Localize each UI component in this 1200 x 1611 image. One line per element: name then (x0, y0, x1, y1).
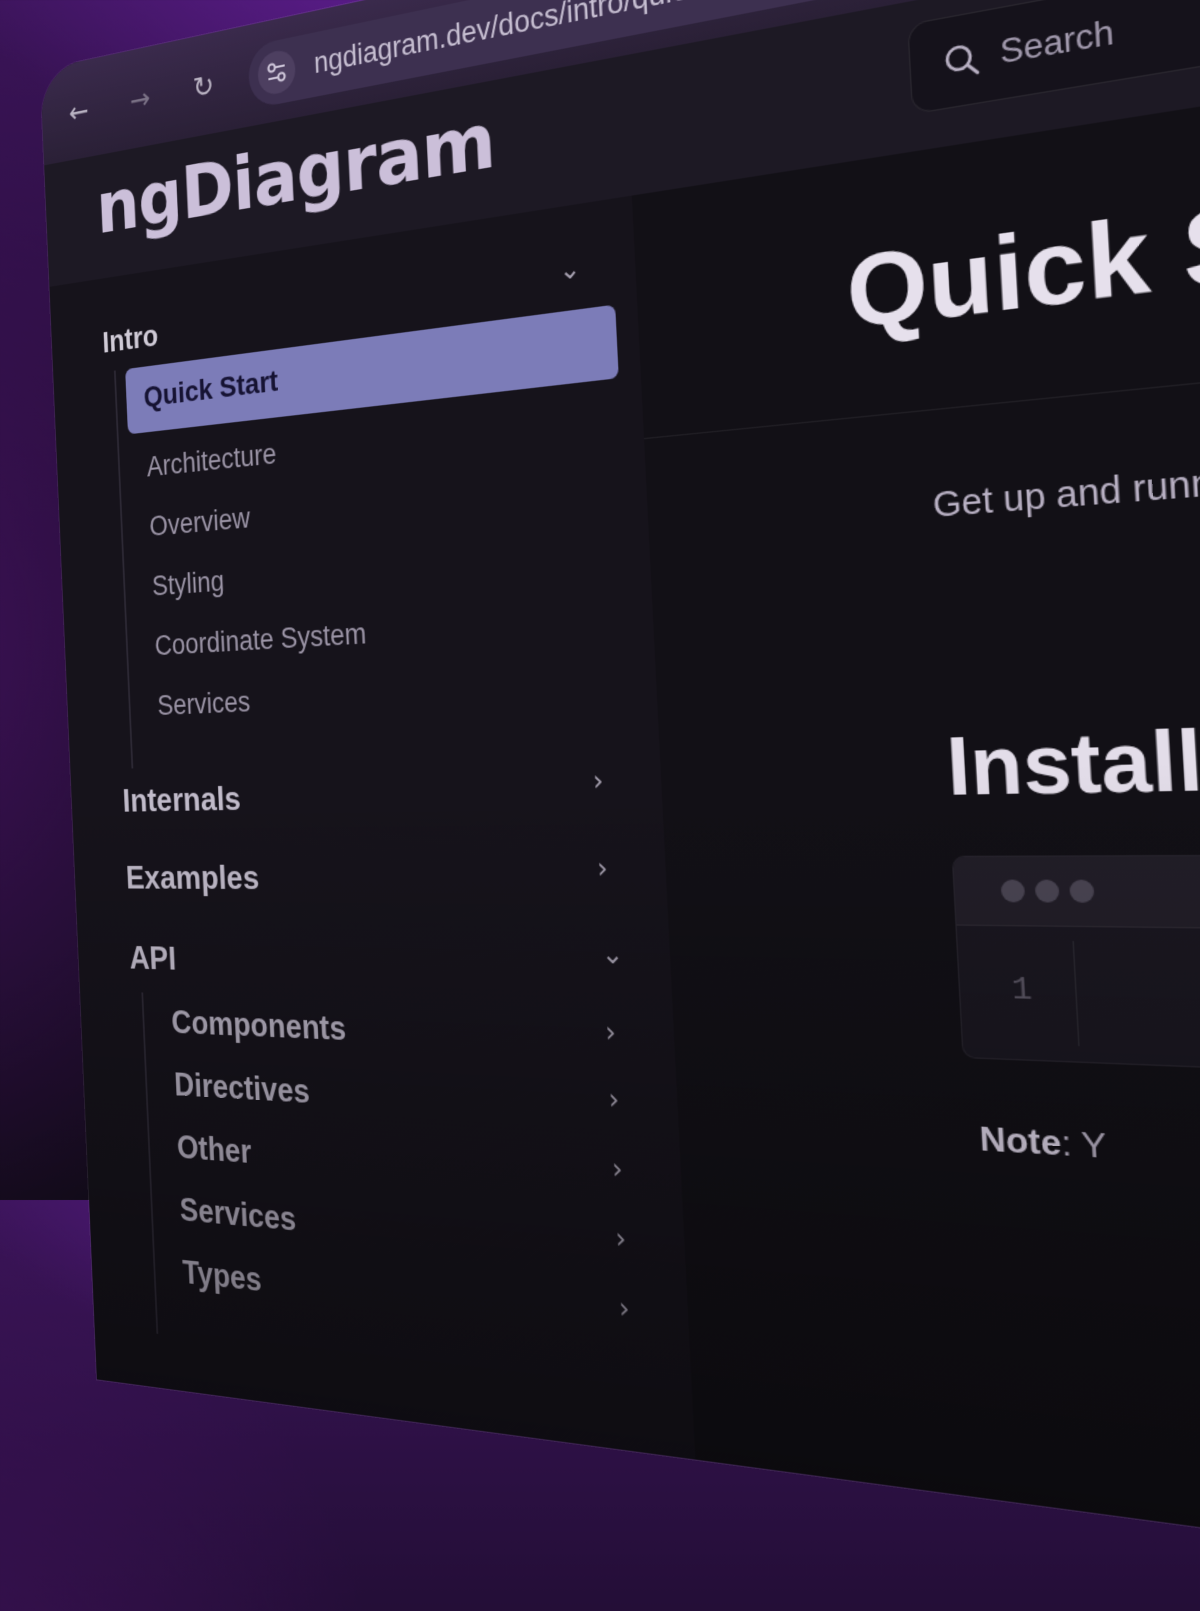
sidebar-item-directives[interactable]: Directives (173, 1066, 310, 1112)
install-heading: Install (944, 711, 1200, 813)
sidebar-item-styling[interactable]: Styling (151, 565, 224, 603)
page-title: Quick S (843, 178, 1200, 351)
chevron-right-icon[interactable]: › (596, 852, 608, 884)
search-placeholder: Search (998, 13, 1115, 71)
sidebar-item-quick-start[interactable]: Quick Start (125, 304, 619, 435)
browser-window: ← → ↻ ngdiagram.dev/docs/intro/quick-sta… (40, 0, 1200, 1611)
sidebar-item-coordinate-system[interactable]: Coordinate System (154, 617, 367, 662)
chevron-down-icon[interactable]: ⌄ (558, 252, 581, 287)
api-rail (141, 992, 159, 1334)
docs-sidebar: Intro ⌄ Quick Start Architecture Overvie… (49, 195, 697, 1460)
sidebar-item-services[interactable]: Services (157, 686, 251, 722)
note-rest: : Y (1060, 1123, 1108, 1166)
sidebar-item-types[interactable]: Types (182, 1254, 263, 1300)
code-block: 1 (951, 851, 1200, 1103)
docs-content: Quick S Get up and runn diagram. Install… (631, 24, 1200, 1611)
chevron-right-icon[interactable]: › (615, 1222, 627, 1255)
sidebar-item-architecture[interactable]: Architecture (146, 438, 277, 484)
sidebar-item-api-services[interactable]: Services (179, 1191, 297, 1239)
sidebar-group-internals[interactable]: Internals (122, 779, 242, 820)
lead-paragraph: Get up and runn diagram. (931, 448, 1200, 526)
search-input[interactable]: Search (907, 0, 1200, 115)
sidebar-item-components[interactable]: Components (171, 1004, 347, 1049)
search-icon (943, 40, 981, 81)
chevron-right-icon[interactable]: › (605, 1016, 617, 1049)
sidebar-item-other[interactable]: Other (176, 1128, 252, 1171)
window-dot-icon (1069, 879, 1095, 903)
sidebar-group-intro[interactable]: Intro (102, 319, 159, 360)
back-icon[interactable]: ← (61, 89, 96, 136)
sidebar-group-examples[interactable]: Examples (125, 858, 260, 897)
code-block-header (953, 853, 1200, 939)
sidebar-item-overview[interactable]: Overview (149, 502, 251, 543)
sidebar-group-api[interactable]: API (129, 939, 177, 978)
chevron-right-icon[interactable]: › (618, 1292, 630, 1326)
chevron-right-icon[interactable]: › (611, 1153, 623, 1186)
chevron-right-icon[interactable]: › (592, 765, 604, 797)
chevron-right-icon[interactable]: › (608, 1083, 620, 1116)
code-gutter (1072, 941, 1080, 1047)
note-label: Note (978, 1118, 1063, 1163)
reload-icon[interactable]: ↻ (185, 63, 223, 112)
chevron-down-icon[interactable]: ⌄ (601, 938, 625, 971)
site-settings-icon[interactable] (257, 47, 297, 98)
note-text: Note: Y (979, 1119, 1108, 1167)
code-line-number: 1 (1010, 970, 1034, 1009)
sidebar-item-label: Quick Start (143, 364, 279, 413)
window-dot-icon (1034, 879, 1060, 903)
forward-icon[interactable]: → (122, 76, 158, 124)
window-dot-icon (1000, 879, 1026, 903)
